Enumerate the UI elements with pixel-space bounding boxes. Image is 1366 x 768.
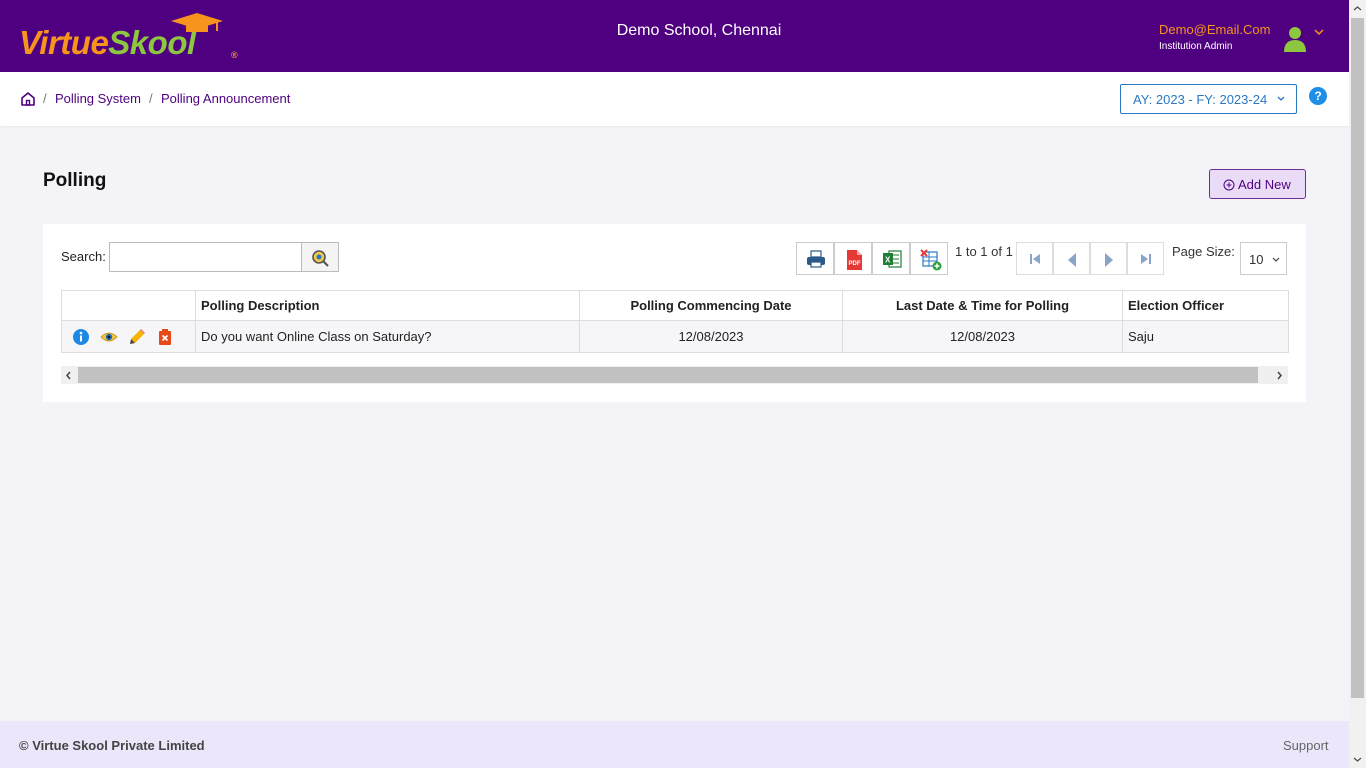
column-header-last-date[interactable]: Last Date & Time for Polling <box>842 290 1123 321</box>
column-chooser-button[interactable] <box>910 242 948 275</box>
column-header-actions <box>61 290 196 321</box>
scroll-left-arrow[interactable] <box>61 366 77 384</box>
row-actions <box>61 320 196 353</box>
chevron-down-icon <box>1353 757 1362 762</box>
footer: © Virtue Skool Private Limited Support <box>0 721 1349 768</box>
breadcrumb-polling-system[interactable]: Polling System <box>55 91 141 106</box>
svg-text:PDF: PDF <box>849 261 861 267</box>
polling-table: Polling Description Polling Commencing D… <box>61 290 1289 353</box>
excel-icon: X <box>883 250 902 268</box>
pdf-icon: PDF <box>847 250 862 270</box>
user-avatar-icon[interactable] <box>1284 26 1306 52</box>
export-excel-button[interactable]: X <box>872 242 910 275</box>
add-new-button[interactable]: Add New <box>1209 169 1306 199</box>
column-header-election-officer[interactable]: Election Officer <box>1122 290 1289 321</box>
help-icon[interactable]: ? <box>1309 87 1327 105</box>
footer-support-link[interactable]: Support <box>1283 738 1329 753</box>
add-circle-icon <box>1223 179 1235 191</box>
page-size-select[interactable]: 10 <box>1240 242 1287 275</box>
paging-info: 1 to 1 of 1 <box>955 244 1013 259</box>
breadcrumb-polling-announcement[interactable]: Polling Announcement <box>161 91 290 106</box>
print-icon <box>807 250 825 268</box>
footer-copyright: © Virtue Skool Private Limited <box>19 738 205 753</box>
chevron-down-icon[interactable] <box>1314 28 1324 36</box>
home-icon[interactable] <box>20 91 36 107</box>
previous-page-button[interactable] <box>1053 242 1090 275</box>
table-row[interactable]: Do you want Online Class on Saturday? 12… <box>61 320 1289 353</box>
next-page-button[interactable] <box>1090 242 1127 275</box>
svg-text:X: X <box>885 256 891 265</box>
search-label: Search: <box>61 249 106 264</box>
edit-icon[interactable] <box>128 328 146 346</box>
cell-description: Do you want Online Class on Saturday? <box>195 320 580 353</box>
scroll-down-arrow[interactable] <box>1349 751 1366 768</box>
vertical-scroll-thumb[interactable] <box>1351 18 1364 698</box>
first-page-button[interactable] <box>1016 242 1053 275</box>
chevron-up-icon <box>1353 6 1362 11</box>
last-page-icon <box>1141 254 1151 264</box>
scroll-up-arrow[interactable] <box>1349 0 1366 17</box>
column-header-commencing-date[interactable]: Polling Commencing Date <box>579 290 843 321</box>
breadcrumb: / Polling System / Polling Announcement … <box>0 72 1349 126</box>
page-title: Polling <box>43 170 107 191</box>
user-role: Institution Admin <box>1159 41 1233 52</box>
chevron-down-icon <box>1272 257 1280 262</box>
chevron-right-icon <box>1277 371 1282 380</box>
breadcrumb-separator: / <box>149 91 153 106</box>
add-new-label: Add New <box>1238 177 1291 192</box>
chevron-left-icon <box>66 371 71 380</box>
last-page-button[interactable] <box>1127 242 1164 275</box>
vertical-scrollbar[interactable] <box>1349 0 1366 768</box>
page-size-label: Page Size: <box>1172 244 1235 259</box>
cell-election-officer: Saju <box>1122 320 1289 353</box>
column-chooser-icon <box>920 249 942 271</box>
print-button[interactable] <box>796 242 834 275</box>
top-header-bar: VirtueSkool ® Demo School, Chennai Demo@… <box>0 0 1349 72</box>
horizontal-scroll-thumb[interactable] <box>78 367 1258 383</box>
search-input[interactable] <box>109 242 302 272</box>
view-icon[interactable] <box>100 328 118 346</box>
polling-grid-card: Search: PDF X 1 to 1 of 1 Page Size: 10 … <box>43 224 1306 402</box>
info-icon[interactable] <box>72 328 90 346</box>
academic-year-select[interactable]: AY: 2023 - FY: 2023-24 <box>1120 84 1297 114</box>
page-size-value: 10 <box>1249 252 1264 267</box>
first-page-icon <box>1030 254 1040 264</box>
user-email[interactable]: Demo@Email.Com <box>1159 22 1270 37</box>
next-page-icon <box>1105 253 1113 267</box>
export-pdf-button[interactable]: PDF <box>834 242 872 275</box>
previous-page-icon <box>1068 253 1076 267</box>
cell-commencing-date: 12/08/2023 <box>579 320 843 353</box>
logo-registered-mark: ® <box>231 50 238 60</box>
horizontal-scrollbar[interactable] <box>61 366 1288 384</box>
table-header-row: Polling Description Polling Commencing D… <box>61 290 1289 321</box>
delete-icon[interactable] <box>156 328 174 346</box>
chevron-down-icon <box>1277 96 1285 101</box>
search-button[interactable] <box>301 242 339 272</box>
column-header-description[interactable]: Polling Description <box>195 290 580 321</box>
academic-year-label: AY: 2023 - FY: 2023-24 <box>1133 92 1268 107</box>
cell-last-date: 12/08/2023 <box>842 320 1123 353</box>
breadcrumb-separator: / <box>43 91 47 106</box>
search-icon <box>312 250 329 267</box>
scroll-right-arrow[interactable] <box>1272 366 1288 384</box>
